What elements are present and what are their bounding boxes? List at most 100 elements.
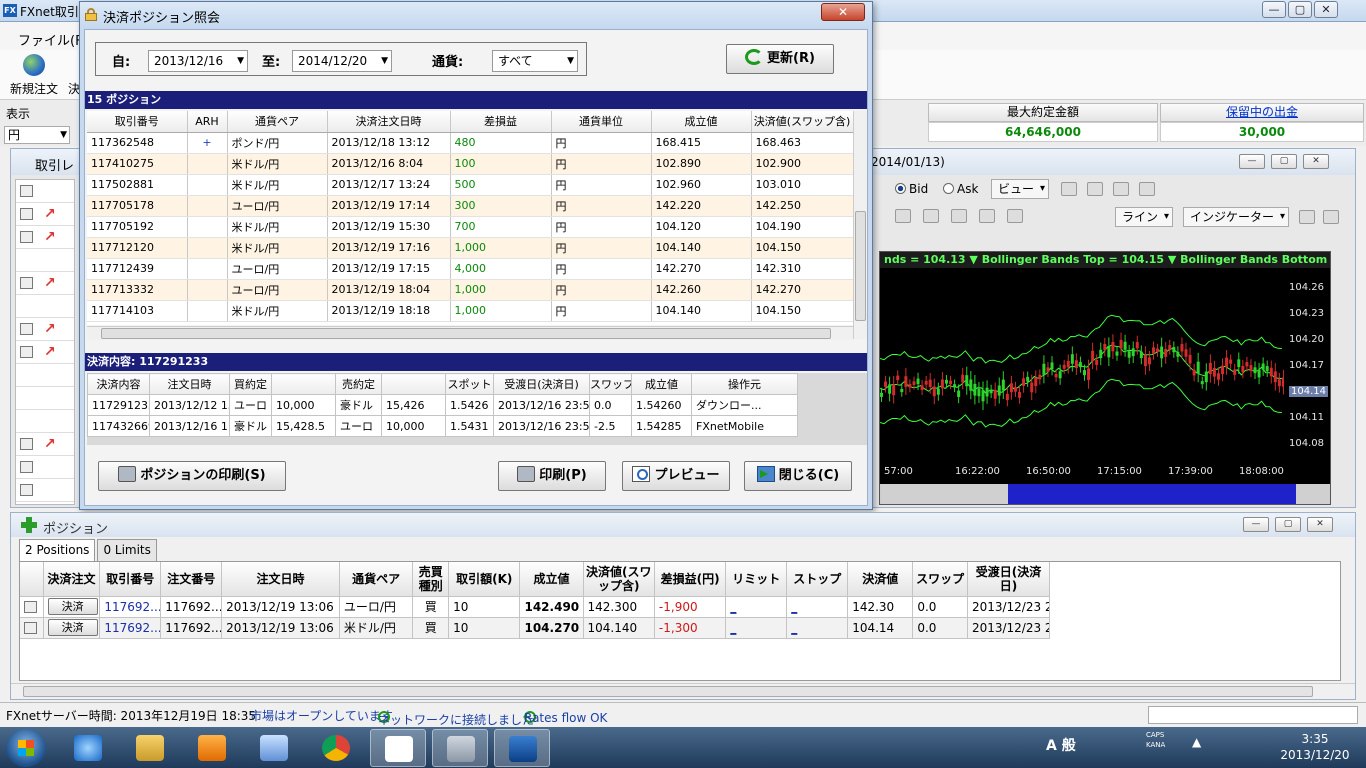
- print-positions-button[interactable]: ポジションの印刷(S): [98, 461, 286, 491]
- column-header[interactable]: 注文日時: [149, 373, 230, 395]
- column-header[interactable]: [381, 373, 446, 395]
- to-date-select[interactable]: 2014/12/20 ▼: [292, 50, 392, 72]
- grid-horizontal-scrollbar[interactable]: [87, 326, 853, 340]
- price-chart[interactable]: nds = 104.13 ▼ Bollinger Bands Top = 104…: [879, 251, 1331, 505]
- rate-row[interactable]: [16, 180, 74, 203]
- column-header[interactable]: 決済注文: [43, 562, 101, 597]
- rate-row[interactable]: ↗: [16, 203, 74, 226]
- column-header[interactable]: 注文日時: [221, 562, 340, 597]
- view-select[interactable]: ビュー: [991, 179, 1050, 199]
- rate-row[interactable]: [16, 364, 74, 387]
- print-button[interactable]: 印刷(P): [498, 461, 606, 491]
- column-header[interactable]: 売買種別: [412, 562, 450, 597]
- rate-row[interactable]: ↗: [16, 272, 74, 295]
- taskbar-paint[interactable]: [246, 729, 302, 767]
- table-row[interactable]: 117502881 米ドル/円 2013/12/17 13:24 500 円 102.96…: [87, 174, 853, 196]
- rate-row[interactable]: [16, 479, 74, 502]
- column-header[interactable]: スワップ: [912, 562, 968, 597]
- column-header[interactable]: ストップ: [786, 562, 849, 597]
- column-header[interactable]: 売約定: [335, 373, 382, 395]
- column-header[interactable]: 差損益(円): [654, 562, 727, 597]
- tab-limits[interactable]: 0 Limits: [97, 539, 157, 561]
- column-header[interactable]: 成立値: [519, 562, 584, 597]
- column-header[interactable]: 決済値(スワップ含): [751, 111, 853, 133]
- table-row[interactable]: 117712439 ユーロ/円 2013/12/19 17:15 4,000 円 142.…: [87, 258, 853, 280]
- column-header[interactable]: リミット: [725, 562, 788, 597]
- table-cell[interactable]: 117692...: [99, 617, 162, 639]
- row-chart-cell[interactable]: [20, 596, 44, 618]
- taskbar-app-2ch[interactable]: [370, 729, 426, 767]
- table-row[interactable]: 117705192 米ドル/円 2013/12/19 15:30 700 円 104.12…: [87, 216, 853, 238]
- column-header[interactable]: ARH: [187, 111, 228, 133]
- column-header[interactable]: 買約定: [229, 373, 272, 395]
- table-cell[interactable]: -1,300: [654, 617, 727, 639]
- column-header[interactable]: 通貨単位: [551, 111, 652, 133]
- currency-select[interactable]: 円 ▼: [4, 126, 70, 144]
- layout-icon[interactable]: [1087, 182, 1103, 196]
- refresh-button[interactable]: 更新(R): [726, 44, 834, 74]
- preview-button[interactable]: プレビュー: [622, 461, 730, 491]
- table-cell[interactable]: 117692...: [99, 596, 162, 618]
- taskbar-clock[interactable]: 3:35 2013/12/20: [1270, 731, 1360, 763]
- column-header[interactable]: 受渡日(決済日): [493, 373, 590, 395]
- column-header[interactable]: [271, 373, 336, 395]
- taskbar-media[interactable]: [184, 729, 240, 767]
- close-icon[interactable]: ✕: [1314, 1, 1338, 18]
- pen-icon[interactable]: [1323, 210, 1339, 224]
- grid-icon[interactable]: [1061, 182, 1077, 196]
- scroll-thumb[interactable]: [855, 211, 866, 321]
- column-header[interactable]: 受渡日(決済日): [967, 562, 1051, 597]
- column-header[interactable]: 決済値(スワップ含): [583, 562, 655, 597]
- rate-row[interactable]: ↗: [16, 433, 74, 456]
- table-row[interactable]: 117714103 米ドル/円 2013/12/19 18:18 1,000 円 104.…: [87, 300, 853, 322]
- close-button[interactable]: 閉じる(C): [744, 461, 852, 491]
- bid-radio[interactable]: Bid: [895, 182, 928, 196]
- currency-filter-select[interactable]: すべて ▼: [492, 50, 578, 72]
- rate-row[interactable]: ↗: [16, 341, 74, 364]
- new-order-button[interactable]: 新規注文: [6, 54, 62, 97]
- column-header[interactable]: 取引額(K): [448, 562, 521, 597]
- close-icon[interactable]: ✕: [1303, 154, 1329, 169]
- rate-row[interactable]: ↗: [16, 318, 74, 341]
- column-header[interactable]: スポット: [445, 373, 494, 395]
- table-row[interactable]: 117410275 米ドル/円 2013/12/16 8:04 100 円 102.890…: [87, 153, 853, 175]
- taskbar-fxnet[interactable]: [494, 729, 550, 767]
- taskbar-explorer[interactable]: [122, 729, 178, 767]
- rate-row[interactable]: [16, 387, 74, 410]
- settle-button[interactable]: 決済: [47, 619, 98, 636]
- table-row[interactable]: 決済 117692... 117692... 2013/12/19 13:06 米ドル/…: [20, 617, 1051, 639]
- close-icon[interactable]: ✕: [1307, 517, 1333, 532]
- eraser-icon[interactable]: [1299, 210, 1315, 224]
- tool-icon[interactable]: [1007, 209, 1023, 223]
- tool-icon[interactable]: [979, 209, 995, 223]
- column-header[interactable]: 取引番号: [99, 562, 162, 597]
- line-select[interactable]: ライン: [1115, 207, 1174, 227]
- ime-indicator[interactable]: A 般: [1046, 735, 1076, 755]
- pending-withdraw-link[interactable]: 保留中の出金: [1160, 103, 1364, 122]
- indicator-select[interactable]: インジケーター: [1183, 207, 1290, 227]
- menu-file[interactable]: ファイル(F: [18, 30, 83, 49]
- maximize-icon[interactable]: ▢: [1288, 1, 1312, 18]
- scroll-thumb[interactable]: [101, 328, 831, 339]
- table-row[interactable]: 117362548 + ポンド/円 2013/12/18 13:12 480 円 168.4…: [87, 132, 853, 154]
- column-header[interactable]: 操作元: [691, 373, 798, 395]
- table-row[interactable]: 1174326692013/12/16 11:40豪ドル15,428.5ユーロ1…: [87, 415, 798, 437]
- zoom-icon[interactable]: [1113, 182, 1129, 196]
- tool-icon[interactable]: [951, 209, 967, 223]
- column-header[interactable]: 決済注文日時: [327, 111, 451, 133]
- rate-row[interactable]: ↗: [16, 226, 74, 249]
- table-cell[interactable]: _: [725, 596, 788, 618]
- rate-row[interactable]: [16, 249, 74, 272]
- maximize-icon[interactable]: ▢: [1275, 517, 1301, 532]
- taskbar-chrome[interactable]: [308, 729, 364, 767]
- grid-vertical-scrollbar[interactable]: [853, 111, 867, 339]
- column-header[interactable]: スワップ: [589, 373, 632, 395]
- window-icon[interactable]: [1139, 182, 1155, 196]
- row-chart-cell[interactable]: [20, 617, 44, 639]
- table-row[interactable]: 117712120 米ドル/円 2013/12/19 17:16 1,000 円 104.…: [87, 237, 853, 259]
- column-header[interactable]: 成立値: [651, 111, 752, 133]
- minimize-icon[interactable]: —: [1239, 154, 1265, 169]
- column-header[interactable]: 成立値: [631, 373, 692, 395]
- column-header[interactable]: 注文番号: [160, 562, 223, 597]
- table-row[interactable]: 117705178 ユーロ/円 2013/12/19 17:14 300 円 142.22…: [87, 195, 853, 217]
